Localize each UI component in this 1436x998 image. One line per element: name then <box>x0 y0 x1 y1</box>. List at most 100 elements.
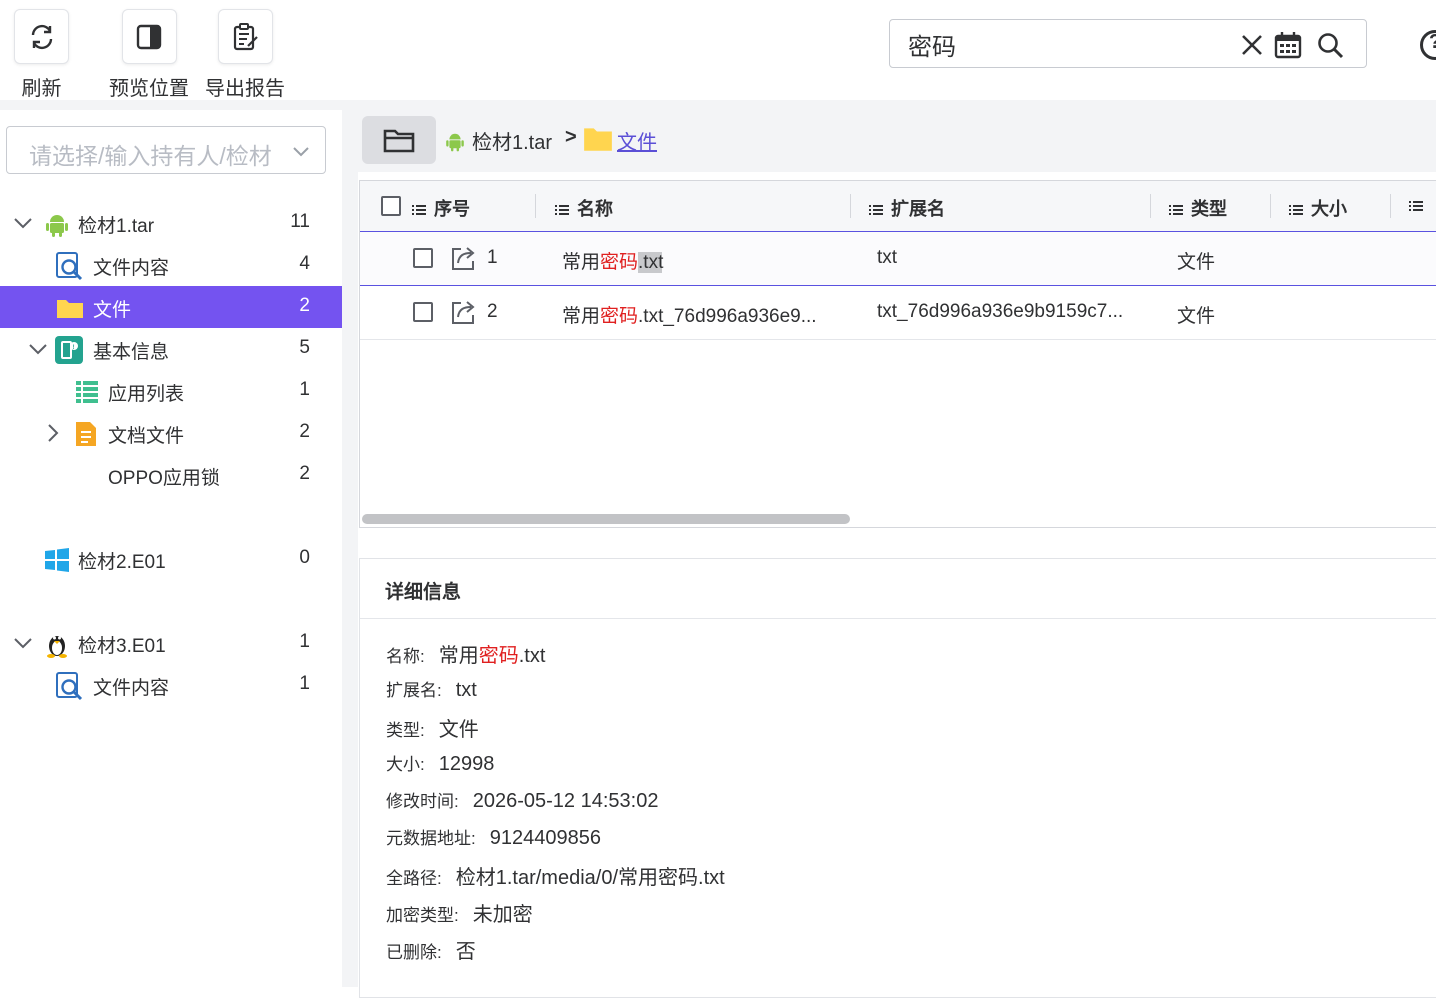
tree-node-count: 5 <box>299 337 310 358</box>
preview-label: 预览位置 <box>109 78 189 100</box>
tree-node-files[interactable]: 文件 2 <box>0 286 342 328</box>
row-name: 常用密码.txt_76d996a936e9... <box>562 306 817 327</box>
tree-node-label: 文件内容 <box>93 258 170 279</box>
table-row[interactable]: 2 常用密码.txt_76d996a936e9... txt_76d996a93… <box>360 286 1436 340</box>
owner-select[interactable]: 请选择/输入持有人/检材 <box>6 126 326 174</box>
list-icon <box>1289 205 1303 216</box>
field-key: 类型: <box>386 721 425 740</box>
refresh-label: 刷新 <box>21 78 62 100</box>
search-icon[interactable] <box>1316 31 1344 59</box>
tree-node-evidence3[interactable]: 检材3.E01 1 <box>0 622 342 664</box>
search-input[interactable] <box>906 28 1230 60</box>
tree-node-label: 检材1.tar <box>78 216 155 237</box>
select-all-checkbox[interactable] <box>381 196 401 216</box>
panel-divider[interactable] <box>342 110 358 987</box>
field-value: 文件 <box>438 719 479 741</box>
open-external-icon[interactable] <box>449 299 477 327</box>
column-header-type[interactable]: 类型 <box>1169 195 1227 221</box>
detail-field-name: 名称: 常用密码.txt <box>386 639 545 668</box>
tree-node-count: 2 <box>299 295 310 316</box>
tree-node-label: 文档文件 <box>108 426 185 447</box>
breadcrumb-separator: > <box>565 126 577 148</box>
list-icon <box>555 205 569 216</box>
divider <box>360 618 1436 619</box>
column-header-more[interactable] <box>1409 195 1431 216</box>
table-row[interactable]: 1 常用密码.txt txt 文件 <box>360 232 1436 286</box>
tree-node-evidence1[interactable]: 检材1.tar 11 <box>0 202 342 244</box>
search-box <box>889 19 1367 68</box>
field-key: 大小: <box>386 755 425 774</box>
horizontal-scrollbar[interactable] <box>362 514 850 524</box>
search-highlight: 密码 <box>478 645 519 667</box>
column-resizer[interactable] <box>1150 194 1151 218</box>
column-header-size[interactable]: 大小 <box>1289 195 1347 221</box>
row-extension: txt_76d996a936e9b9159c7... <box>877 301 1124 322</box>
linux-icon <box>47 636 67 658</box>
row-index: 2 <box>487 301 498 322</box>
detail-field-metadata-address: 元数据地址: 9124409856 <box>386 824 601 850</box>
column-resizer[interactable] <box>1270 194 1271 218</box>
tree-node-file-content[interactable]: 文件内容 1 <box>0 664 342 706</box>
search-highlight: 密码 <box>600 252 639 273</box>
export-report-button[interactable]: 导出报告 <box>205 9 285 101</box>
row-checkbox[interactable] <box>413 302 433 322</box>
column-resizer[interactable] <box>1390 194 1391 218</box>
file-search-icon <box>56 672 83 701</box>
field-value: 常用密码.txt <box>438 645 546 667</box>
tree-node-oppo-app-lock[interactable]: OPPO应用锁 2 <box>0 454 342 496</box>
list-icon <box>869 205 883 216</box>
tree-node-documents[interactable]: 文档文件 2 <box>0 412 342 454</box>
field-value: 否 <box>455 941 476 963</box>
owner-select-placeholder: 请选择/输入持有人/检材 <box>29 143 272 169</box>
column-resizer[interactable] <box>535 194 536 218</box>
field-key: 已删除: <box>386 943 442 962</box>
field-key: 元数据地址: <box>386 829 476 848</box>
tree-node-label: OPPO应用锁 <box>108 468 220 489</box>
left-panel: 请选择/输入持有人/检材 检材1.tar 11 文件内容 4 文件 2 ! 基本… <box>0 110 342 987</box>
row-extension: txt <box>877 247 898 268</box>
list-icon <box>1409 201 1423 212</box>
field-key: 加密类型: <box>386 906 459 925</box>
chevron-down-icon[interactable] <box>27 338 49 360</box>
row-index: 1 <box>487 247 498 268</box>
detail-title: 详细信息 <box>385 582 462 603</box>
preview-position-button[interactable]: 预览位置 <box>109 9 189 101</box>
chevron-down-icon[interactable] <box>12 632 34 654</box>
clear-icon[interactable] <box>1238 31 1266 59</box>
help-icon[interactable]: ? <box>1420 30 1436 60</box>
row-checkbox[interactable] <box>413 248 433 268</box>
tree-node-label: 检材2.E01 <box>78 552 166 573</box>
column-resizer[interactable] <box>850 194 851 218</box>
tree-node-evidence2[interactable]: 检材2.E01 0 <box>0 538 342 580</box>
panel-icon <box>121 9 177 64</box>
field-value: 检材1.tar/media/0/常用密码.txt <box>455 867 725 889</box>
tree-node-app-list[interactable]: 应用列表 1 <box>0 370 342 412</box>
toolbar-divider <box>0 100 1436 110</box>
detail-field-encryption-type: 加密类型: 未加密 <box>386 898 533 927</box>
chevron-right-icon[interactable] <box>42 422 64 444</box>
breadcrumb-root[interactable]: 检材1.tar <box>472 126 552 155</box>
basic-info-icon: ! <box>55 336 83 364</box>
calendar-icon[interactable] <box>1274 31 1302 59</box>
folder-toggle-button[interactable] <box>362 116 436 164</box>
column-header-extension[interactable]: 扩展名 <box>869 195 945 221</box>
file-search-icon <box>56 252 83 281</box>
column-header-index[interactable]: 序号 <box>412 195 470 221</box>
folder-outline-icon <box>383 129 415 153</box>
app-list-icon <box>76 381 98 403</box>
chevron-down-icon[interactable] <box>12 212 34 234</box>
tree-node-count: 1 <box>299 673 310 694</box>
tree-node-count: 2 <box>299 421 310 442</box>
field-key: 名称: <box>386 647 425 666</box>
tree-node-count: 2 <box>299 463 310 484</box>
open-external-icon[interactable] <box>449 245 477 273</box>
refresh-button[interactable]: 刷新 <box>14 9 69 101</box>
breadcrumb-current[interactable]: 文件 <box>617 126 657 155</box>
tree-node-basic-info[interactable]: ! 基本信息 5 <box>0 328 342 370</box>
tree-node-label: 文件内容 <box>93 678 170 699</box>
column-header-name[interactable]: 名称 <box>555 195 613 221</box>
tree-node-label: 应用列表 <box>108 384 185 405</box>
file-table: 序号 名称 扩展名 类型 大小 1 常用密码.txt txt 文件 2 常用密码… <box>359 180 1436 528</box>
field-value: 9124409856 <box>489 827 601 849</box>
tree-node-file-content[interactable]: 文件内容 4 <box>0 244 342 286</box>
